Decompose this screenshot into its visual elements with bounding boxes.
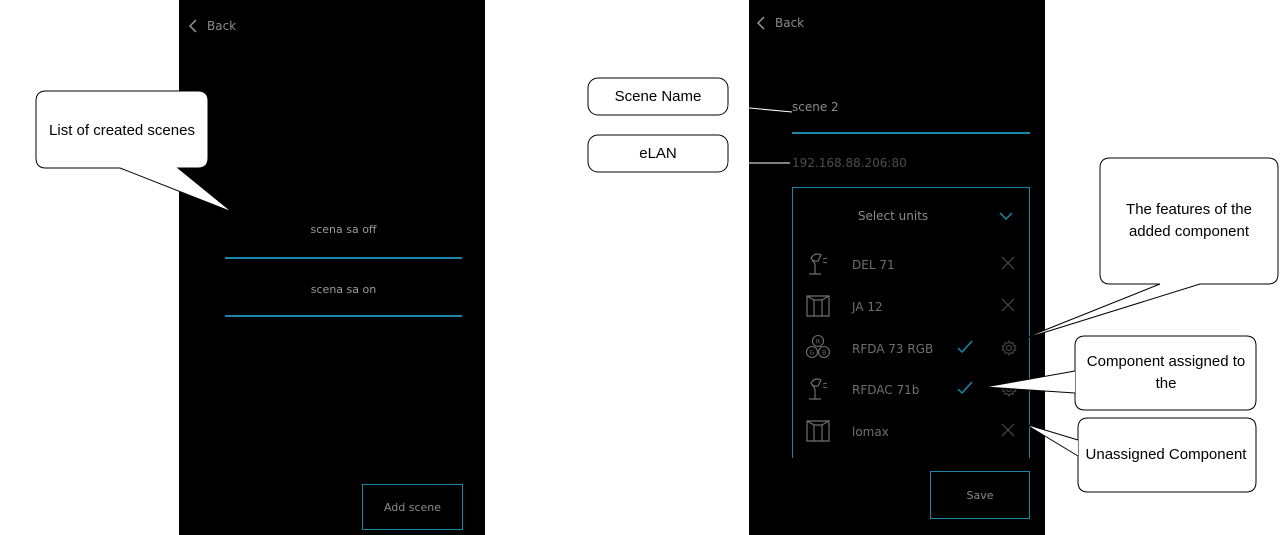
callout-unassigned: Unassigned Component bbox=[1085, 446, 1247, 463]
callout-elan: eLAN bbox=[639, 144, 677, 162]
callout-scene-name: Scene Name bbox=[614, 87, 702, 105]
callout-features: The features of the added component bbox=[1126, 201, 1252, 240]
callout-assigned: Component assigned to the bbox=[1086, 353, 1246, 392]
callout-list-of-scenes: List of created scenes bbox=[49, 122, 195, 139]
